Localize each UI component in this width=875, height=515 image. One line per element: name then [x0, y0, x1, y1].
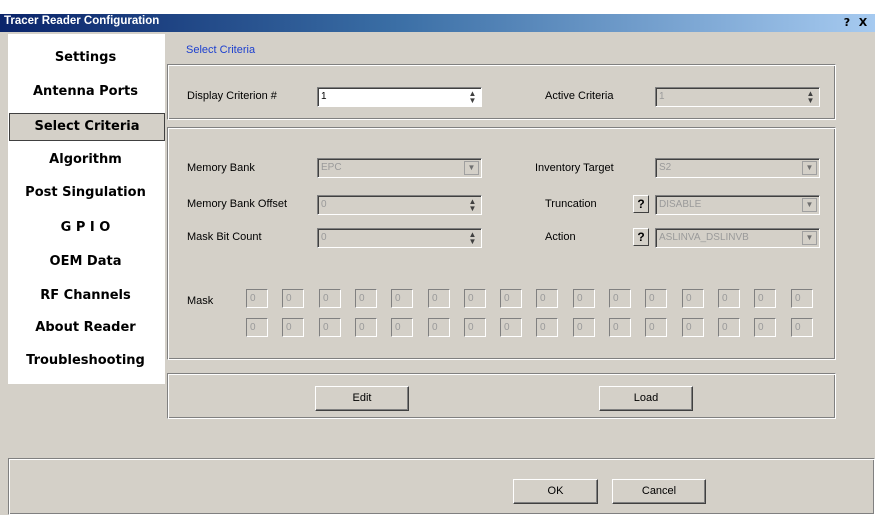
mask-cell[interactable]: 0 [754, 289, 776, 308]
mask-cell[interactable]: 0 [282, 318, 304, 337]
page-title: Select Criteria [186, 44, 256, 56]
chevron-down-icon[interactable]: ▼ [802, 231, 817, 245]
display-criterion-label: Display Criterion # [187, 90, 277, 102]
sidebar-item-post-singulation[interactable]: Post Singulation [8, 178, 163, 208]
ok-button[interactable]: OK [513, 479, 598, 504]
mask-bit-count-label: Mask Bit Count [187, 231, 262, 243]
memory-bank-select[interactable]: EPC ▼ [317, 158, 482, 178]
inventory-target-label: Inventory Target [535, 162, 614, 174]
mask-cell[interactable]: 0 [319, 289, 341, 308]
truncation-value: DISABLE [659, 199, 702, 210]
active-criteria-stepper[interactable]: 1 ▲ ▼ [655, 87, 820, 107]
memory-bank-label: Memory Bank [187, 162, 255, 174]
truncation-select[interactable]: DISABLE ▼ [655, 195, 820, 215]
truncation-help-button[interactable]: ? [633, 195, 649, 213]
active-criteria-value: 1 [659, 91, 665, 102]
sidebar-item-settings[interactable]: Settings [8, 43, 163, 73]
inventory-target-select[interactable]: S2 ▼ [655, 158, 820, 178]
footer-panel [8, 458, 875, 515]
mask-cell[interactable]: 0 [718, 318, 740, 337]
sidebar-item-oem-data[interactable]: OEM Data [8, 247, 163, 277]
chevron-down-icon[interactable]: ▼ [802, 161, 817, 175]
mask-cell[interactable]: 0 [754, 318, 776, 337]
mask-cell[interactable]: 0 [428, 318, 450, 337]
mask-cell[interactable]: 0 [246, 289, 268, 308]
sidebar-item-rf-channels[interactable]: RF Channels [8, 281, 163, 311]
memory-bank-offset-stepper[interactable]: 0 ▲ ▼ [317, 195, 482, 215]
truncation-label: Truncation [545, 198, 597, 210]
mask-cell[interactable]: 0 [500, 289, 522, 308]
inventory-target-value: S2 [659, 162, 672, 173]
mask-cell[interactable]: 0 [682, 318, 704, 337]
mask-cell[interactable]: 0 [355, 318, 377, 337]
mask-cell[interactable]: 0 [391, 289, 413, 308]
help-title-button[interactable]: ? [840, 16, 854, 30]
sidebar-item-about-reader[interactable]: About Reader [8, 313, 163, 343]
spin-arrows-icon[interactable]: ▲ ▼ [466, 90, 479, 105]
mask-cell[interactable]: 0 [536, 289, 558, 308]
active-criteria-label: Active Criteria [545, 90, 614, 102]
action-label: Action [545, 231, 576, 243]
edit-load-group [167, 373, 836, 419]
mask-cell[interactable]: 0 [282, 289, 304, 308]
memory-bank-value: EPC [321, 162, 342, 173]
close-button[interactable]: X [856, 16, 870, 30]
mask-cell[interactable]: 0 [500, 318, 522, 337]
mask-cell[interactable]: 0 [791, 289, 813, 308]
mask-cell[interactable]: 0 [246, 318, 268, 337]
mask-cell[interactable]: 0 [645, 289, 667, 308]
mask-label: Mask [187, 295, 214, 307]
spin-arrows-icon[interactable]: ▲ ▼ [804, 90, 817, 105]
action-select[interactable]: ASLINVA_DSLINVB ▼ [655, 228, 820, 248]
mask-cell[interactable]: 0 [573, 289, 595, 308]
mask-cell[interactable]: 0 [319, 318, 341, 337]
memory-bank-offset-label: Memory Bank Offset [187, 198, 288, 210]
sidebar-item-select-criteria[interactable]: Select Criteria [9, 113, 165, 141]
mask-bit-count-stepper[interactable]: 0 ▲ ▼ [317, 228, 482, 248]
mask-cell[interactable]: 0 [791, 318, 813, 337]
action-help-button[interactable]: ? [633, 228, 649, 246]
mask-cell[interactable]: 0 [609, 289, 631, 308]
mask-cell[interactable]: 0 [464, 289, 486, 308]
sidebar-item-troubleshooting[interactable]: Troubleshooting [8, 346, 163, 376]
spin-arrows-icon[interactable]: ▲ ▼ [466, 198, 479, 213]
sidebar-item-algorithm[interactable]: Algorithm [8, 145, 163, 175]
mask-cell[interactable]: 0 [355, 289, 377, 308]
chevron-down-icon[interactable]: ▼ [464, 161, 479, 175]
chevron-down-icon[interactable]: ▼ [802, 198, 817, 212]
load-button[interactable]: Load [599, 386, 693, 411]
mask-cell[interactable]: 0 [609, 318, 631, 337]
spin-arrows-icon[interactable]: ▲ ▼ [466, 231, 479, 246]
mask-cell[interactable]: 0 [536, 318, 558, 337]
action-value: ASLINVA_DSLINVB [659, 232, 749, 243]
edit-button[interactable]: Edit [315, 386, 409, 411]
mask-cell[interactable]: 0 [573, 318, 595, 337]
display-criterion-stepper[interactable]: 1 ▲ ▼ [317, 87, 482, 107]
mask-cell[interactable]: 0 [682, 289, 704, 308]
mask-cell[interactable]: 0 [391, 318, 413, 337]
mask-cell[interactable]: 0 [464, 318, 486, 337]
mask-cell[interactable]: 0 [645, 318, 667, 337]
mask-cell[interactable]: 0 [428, 289, 450, 308]
mask-bit-count-value: 0 [321, 232, 327, 243]
sidebar-item-antenna-ports[interactable]: Antenna Ports [8, 77, 163, 107]
window-title: Tracer Reader Configuration [4, 15, 160, 27]
cancel-button[interactable]: Cancel [612, 479, 706, 504]
mask-cell[interactable]: 0 [718, 289, 740, 308]
sidebar-item-gpio[interactable]: G P I O [8, 213, 163, 243]
memory-bank-offset-value: 0 [321, 199, 327, 210]
display-criterion-value: 1 [321, 91, 327, 102]
